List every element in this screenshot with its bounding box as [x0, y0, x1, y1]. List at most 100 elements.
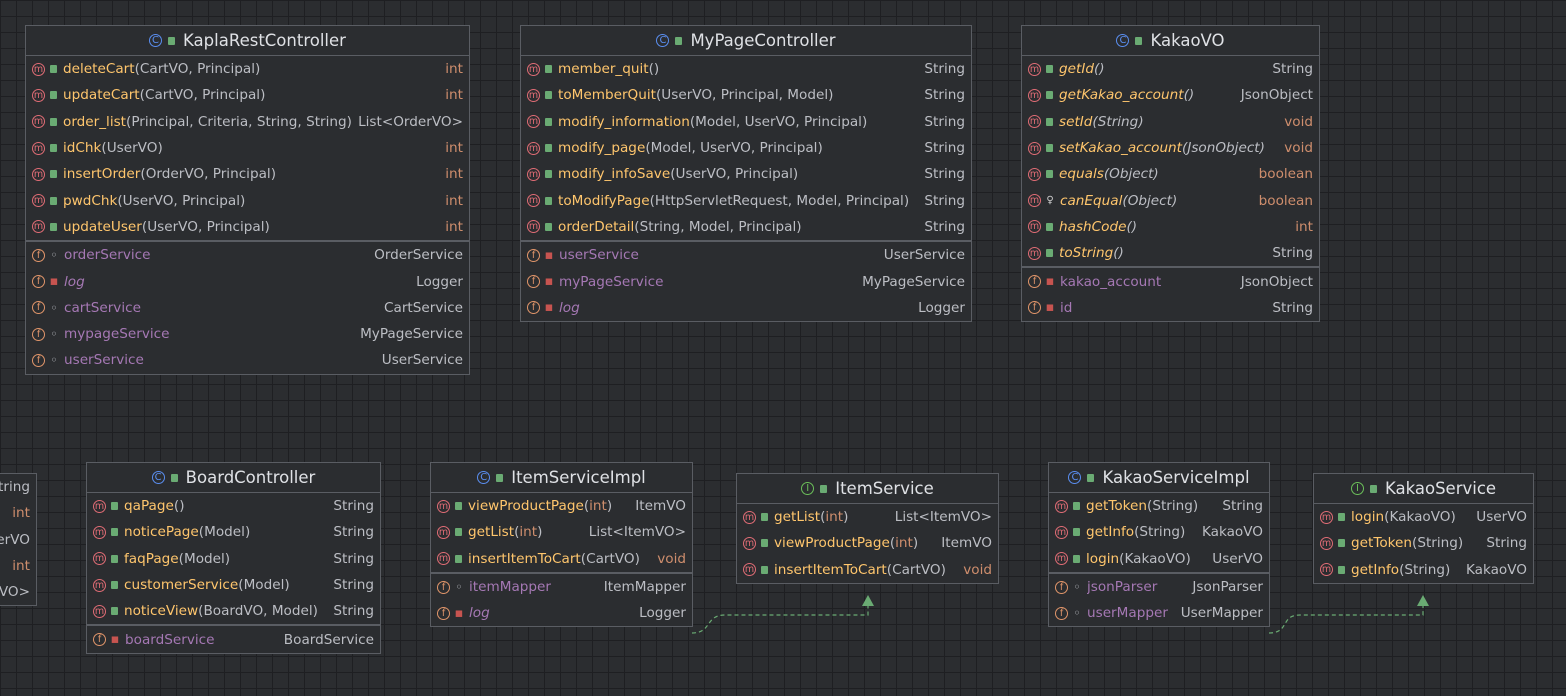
class-header[interactable]: C ItemServiceImpl	[431, 463, 692, 493]
private-lock-icon: ▪	[454, 605, 464, 621]
method-row[interactable]: m setId(String) void	[1022, 109, 1319, 135]
class-box-kakaoservice[interactable]: I KakaoService m login(KakaoVO) UserVO m getTo…	[1313, 473, 1534, 584]
field-row[interactable]: f ◦ userMapper UserMapper	[1049, 600, 1269, 626]
field-row[interactable]: f ▪ userService UserService	[521, 242, 971, 268]
method-row[interactable]: m member_quit() String	[521, 56, 971, 82]
field-row[interactable]: f ▪ boardService BoardService	[87, 626, 380, 652]
public-visibility-icon	[496, 473, 504, 482]
method-params: (UserVO)	[101, 140, 163, 157]
method-row[interactable]: mint	[0, 500, 36, 526]
field-row[interactable]: f ▪ myPageService MyPageService	[521, 268, 971, 294]
class-header[interactable]: C KakaoServiceImpl	[1049, 463, 1269, 493]
public-visibility-icon	[170, 473, 178, 482]
package-private-icon: ◦	[1073, 580, 1081, 595]
method-name: modify_infoSave	[558, 166, 671, 183]
method-row[interactable]: m insertItemToCart(CartVO) void	[431, 546, 692, 572]
method-row[interactable]: m getList(int) List<ItemVO>	[431, 519, 692, 545]
method-row[interactable]: m updateUser(UserVO, Principal) int	[26, 214, 469, 240]
method-row[interactable]: m modify_infoSave(UserVO, Principal) Strin…	[521, 161, 971, 187]
method-signature: insertItemToCart(CartVO)	[774, 562, 957, 578]
field-row[interactable]: f ◦ itemMapper ItemMapper	[431, 574, 692, 600]
return-type: int	[12, 505, 30, 522]
public-visibility-icon	[1338, 513, 1345, 522]
method-row[interactable]: m getKakao_account() JsonObject	[1022, 82, 1319, 108]
method-row[interactable]: m qaPage() String	[87, 493, 380, 519]
method-row[interactable]: m insertItemToCart(CartVO) void	[737, 557, 998, 583]
method-row[interactable]: m insertOrder(OrderVO, Principal) int	[26, 161, 469, 187]
method-row[interactable]: m viewProductPage(int) ItemVO	[737, 530, 998, 556]
method-icon: m	[32, 115, 45, 129]
class-name: KakaoVO	[1150, 31, 1225, 50]
implements-arrow-kakaoserviceimpl[interactable]	[1268, 603, 1424, 634]
class-header[interactable]: C KakaoVO	[1022, 26, 1319, 56]
class-box-kakaoimpl[interactable]: C KakaoServiceImpl m getToken(String) String…	[1048, 462, 1270, 628]
class-box-mypage[interactable]: C MyPageController m member_quit() String m to…	[520, 25, 972, 322]
method-row[interactable]: m equals(Object) boolean	[1022, 161, 1319, 187]
method-row[interactable]: m order_list(Principal, Criteria, String,…	[26, 109, 469, 135]
method-row[interactable]: m getToken(String) String	[1314, 530, 1533, 556]
field-name: itemMapper	[469, 579, 551, 596]
method-row[interactable]: m getToken(String) String	[1049, 493, 1269, 519]
method-row[interactable]: m noticePage(Model) String	[87, 519, 380, 545]
method-row[interactable]: m setKakao_account(JsonObject) void	[1022, 135, 1319, 161]
method-row[interactable]: m getInfo(String) KakaoVO	[1314, 557, 1533, 583]
class-header[interactable]: C BoardController	[87, 463, 380, 493]
field-icon: f	[1055, 606, 1068, 620]
method-row[interactable]: m ♀ canEqual(Object) boolean	[1022, 187, 1319, 213]
method-icon: m	[93, 525, 106, 539]
class-header[interactable]: C KaplaRestController	[26, 26, 469, 56]
method-row[interactable]: m pwdChk(UserVO, Principal) int	[26, 187, 469, 213]
field-row[interactable]: f ▪ id String	[1022, 295, 1319, 321]
method-row[interactable]: m login(KakaoVO) UserVO	[1049, 546, 1269, 572]
field-row[interactable]: f ▪ log Logger	[26, 268, 469, 294]
method-row[interactable]: m getList(int) List<ItemVO>	[737, 504, 998, 530]
method-row[interactable]: m modify_information(Model, UserVO, Princ…	[521, 109, 971, 135]
method-row[interactable]: mint	[0, 553, 36, 579]
field-row[interactable]: f ◦ mypageService MyPageService	[26, 321, 469, 347]
method-row[interactable]: m toModifyPage(HttpServletRequest, Model,…	[521, 187, 971, 213]
method-row[interactable]: m getId() String	[1022, 56, 1319, 82]
method-row[interactable]: m updateCart(CartVO, Principal) int	[26, 82, 469, 108]
field-row[interactable]: f ◦ jsonParser JsonParser	[1049, 574, 1269, 600]
method-row[interactable]: m hashCode() int	[1022, 214, 1319, 240]
return-type: void	[1284, 113, 1313, 130]
method-row[interactable]: m deleteCart(CartVO, Principal) int	[26, 56, 469, 82]
class-box-kapla[interactable]: C KaplaRestController m deleteCart(CartVO, …	[25, 25, 470, 375]
method-row[interactable]: m orderDetail(String, Model, Principal) St…	[521, 214, 971, 240]
method-row[interactable]: m getInfo(String) KakaoVO	[1049, 519, 1269, 545]
package-private-icon: ◦	[50, 353, 58, 368]
class-box-itemimpl[interactable]: C ItemServiceImpl m viewProductPage(int) Ite…	[430, 462, 693, 628]
field-icon: f	[527, 248, 540, 262]
method-row[interactable]: m customerService(Model) String	[87, 572, 380, 598]
method-signature: setId(String)	[1059, 114, 1278, 130]
class-box-partial[interactable]: mtringmintmerVOmintmVO>	[0, 473, 37, 607]
class-box-kakaovo[interactable]: C KakaoVO m getId() String m getKakao_account(…	[1021, 25, 1320, 322]
field-row[interactable]: f ▪ log Logger	[431, 600, 692, 626]
field-row[interactable]: f ◦ cartService CartService	[26, 295, 469, 321]
class-header[interactable]: I KakaoService	[1314, 474, 1533, 504]
method-row[interactable]: m idChk(UserVO) int	[26, 135, 469, 161]
field-row[interactable]: f ◦ userService UserService	[26, 347, 469, 373]
method-row[interactable]: mtring	[0, 474, 36, 500]
package-private-icon: ◦	[1073, 606, 1081, 621]
class-box-itemservice[interactable]: I ItemService m getList(int) List<ItemVO> m vi…	[736, 473, 999, 584]
field-row[interactable]: f ▪ kakao_account JsonObject	[1022, 268, 1319, 294]
field-row[interactable]: f ◦ orderService OrderService	[26, 242, 469, 268]
method-row[interactable]: m modify_page(Model, UserVO, Principal) St…	[521, 135, 971, 161]
method-row[interactable]: m toMemberQuit(UserVO, Principal, Model) S…	[521, 82, 971, 108]
field-icon: f	[1028, 275, 1041, 289]
implements-arrow-itemserviceimpl[interactable]	[691, 603, 869, 634]
method-row[interactable]: m faqPage(Model) String	[87, 546, 380, 572]
method-name: insertItemToCart	[774, 561, 887, 578]
method-row[interactable]: m viewProductPage(int) ItemVO	[431, 493, 692, 519]
class-box-board[interactable]: C BoardController m qaPage() String m noticePa…	[86, 462, 381, 654]
method-row[interactable]: m noticeView(BoardVO, Model) String	[87, 598, 380, 624]
method-row[interactable]: m toString() String	[1022, 240, 1319, 266]
class-header[interactable]: C MyPageController	[521, 26, 971, 56]
method-row[interactable]: mVO>	[0, 579, 36, 605]
class-header[interactable]: I ItemService	[737, 474, 998, 504]
field-row[interactable]: f ▪ log Logger	[521, 295, 971, 321]
method-row[interactable]: m login(KakaoVO) UserVO	[1314, 504, 1533, 530]
method-row[interactable]: merVO	[0, 527, 36, 553]
method-signature: modify_information(Model, UserVO, Princi…	[558, 114, 918, 130]
